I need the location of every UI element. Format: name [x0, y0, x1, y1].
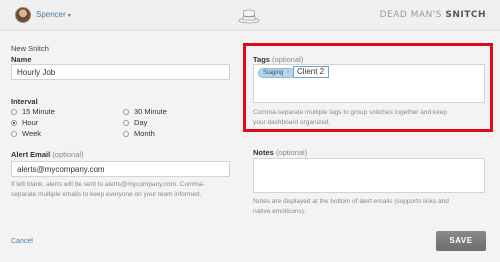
- interval-option-15-minute[interactable]: 15 Minute: [11, 107, 55, 116]
- alert-email-field[interactable]: alerts@mycompany.com: [11, 161, 230, 177]
- radio-30-minute[interactable]: [123, 108, 129, 115]
- interval-option-label: Day: [134, 118, 148, 127]
- interval-option-week[interactable]: Week: [11, 129, 41, 138]
- alert-email-optional: (optional): [52, 150, 84, 159]
- radio-day[interactable]: [123, 119, 129, 126]
- radio-month[interactable]: [123, 130, 129, 137]
- save-button[interactable]: SAVE: [436, 231, 486, 251]
- alert-email-label-text: Alert Email: [11, 150, 51, 159]
- cancel-link[interactable]: Cancel: [11, 238, 33, 245]
- interval-label: Interval: [11, 97, 38, 106]
- interval-option-day[interactable]: Day: [123, 118, 147, 127]
- notes-field[interactable]: [253, 158, 485, 193]
- help-line: native emoticons).: [253, 208, 306, 215]
- top-bar: Spencer ▾ DEAD MAN'S SNITCH: [0, 0, 500, 31]
- radio-hour[interactable]: [11, 119, 17, 126]
- hat-icon[interactable]: [238, 6, 260, 24]
- brand-logo: DEAD MAN'S SNITCH: [380, 10, 486, 20]
- user-name: Spencer: [36, 10, 66, 19]
- interval-option-hour[interactable]: Hour: [11, 118, 38, 127]
- chevron-down-icon: ▾: [67, 13, 71, 19]
- avatar[interactable]: [15, 7, 31, 23]
- interval-option-label: Month: [134, 129, 155, 138]
- interval-option-label: Hour: [22, 118, 39, 127]
- interval-option-label: 30 Minute: [134, 107, 167, 116]
- interval-option-30-minute[interactable]: 30 Minute: [123, 107, 167, 116]
- help-line: If left blank, alerts will be sent to al…: [11, 181, 205, 188]
- notes-label: Notes (optional): [253, 148, 307, 157]
- interval-option-label: 15 Minute: [22, 107, 55, 116]
- name-field[interactable]: Hourly Job: [11, 64, 230, 80]
- interval-option-label: Week: [22, 129, 42, 138]
- radio-15-minute[interactable]: [11, 108, 17, 115]
- notes-optional: (optional): [275, 148, 308, 157]
- highlight-box: [243, 43, 493, 132]
- name-label: Name: [11, 55, 32, 64]
- user-menu[interactable]: Spencer ▾: [36, 10, 71, 19]
- notes-help: Notes are displayed at the bottom of ale…: [253, 197, 449, 217]
- help-line: Notes are displayed at the bottom of ale…: [253, 198, 449, 205]
- brand-prefix: DEAD MAN'S: [379, 10, 442, 20]
- help-line: separate multiple emails to keep everyon…: [11, 191, 202, 198]
- interval-option-month[interactable]: Month: [123, 129, 155, 138]
- alert-email-label: Alert Email (optional): [11, 150, 84, 159]
- page-title: New Snitch: [11, 44, 49, 53]
- radio-week[interactable]: [11, 130, 17, 137]
- brand-suffix: SNITCH: [445, 10, 486, 20]
- alert-email-help: If left blank, alerts will be sent to al…: [11, 180, 205, 200]
- notes-label-text: Notes: [253, 148, 274, 157]
